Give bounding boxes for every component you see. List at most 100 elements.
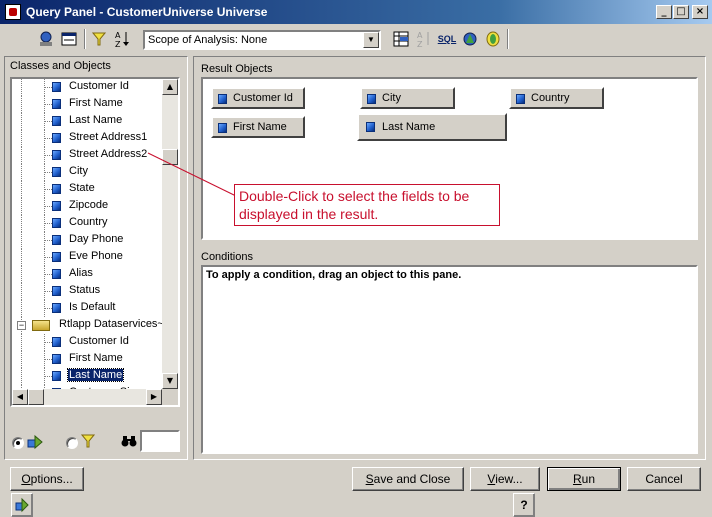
view-label-post: iew... <box>495 472 523 486</box>
app-icon <box>5 4 21 20</box>
operand-icon[interactable] <box>459 28 481 50</box>
run-button[interactable]: Run <box>547 467 621 491</box>
object-cube-icon <box>52 184 61 194</box>
svg-text:Z: Z <box>417 40 423 48</box>
object-cube-icon <box>218 94 227 104</box>
tree-node-label: State <box>69 182 95 194</box>
object-cube-icon <box>52 303 61 313</box>
scroll-down-button[interactable]: ▼ <box>162 373 178 389</box>
result-object-chip[interactable]: First Name <box>211 116 305 138</box>
classes-objects-icon[interactable] <box>11 493 33 517</box>
save-and-close-button[interactable]: Save and Close <box>352 467 464 491</box>
tree-connector <box>44 359 52 360</box>
view-button[interactable]: View... <box>470 467 540 491</box>
tree-connector <box>21 351 22 368</box>
result-object-chip[interactable]: Customer Id <box>211 87 305 109</box>
tree-node-label: First Name <box>69 97 123 109</box>
help-icon[interactable]: ? <box>513 493 535 517</box>
tree-object-node[interactable]: Last Name <box>12 113 162 130</box>
cancel-button[interactable]: Cancel <box>627 467 701 491</box>
tree-connector <box>44 104 52 105</box>
tree-node-label: Zipcode <box>69 199 109 211</box>
conditions-pane[interactable]: To apply a condition, drag an object to … <box>201 265 698 454</box>
tree-connector <box>44 308 52 309</box>
tree-connector <box>44 189 52 190</box>
scroll-up-button[interactable]: ▲ <box>162 79 178 95</box>
tree-object-node[interactable]: State <box>12 181 162 198</box>
combine-queries-icon[interactable] <box>390 28 412 50</box>
result-object-label: Last Name <box>382 121 436 133</box>
save-close-label-post: ave and Close <box>373 472 451 486</box>
tree-object-node[interactable]: Country <box>12 215 162 232</box>
object-cube-icon <box>52 82 61 92</box>
tree-node-label: Customer Id <box>69 335 129 347</box>
tree-object-node[interactable]: Zipcode <box>12 198 162 215</box>
tree-object-node[interactable]: First Name <box>12 351 162 368</box>
tree-connector <box>44 172 52 173</box>
object-cube-icon <box>52 269 61 279</box>
scope-options-icon[interactable] <box>482 28 504 50</box>
tree-object-node[interactable]: Alias <box>12 266 162 283</box>
object-cube-icon <box>516 94 525 104</box>
sort-icon[interactable]: AZ <box>111 28 133 50</box>
close-button[interactable]: × <box>692 5 708 19</box>
tree-vertical-scrollbar[interactable]: ▲ ▼ <box>162 79 178 389</box>
tree-object-node[interactable]: Last Name <box>12 368 162 385</box>
tree-node-label: Last Name <box>69 114 123 126</box>
tree-object-node[interactable]: Eve Phone <box>12 249 162 266</box>
filter-icon[interactable] <box>88 28 110 50</box>
options-button[interactable]: Options... <box>10 467 84 491</box>
result-object-chip[interactable]: Country <box>509 87 604 109</box>
tree-object-node[interactable]: Status <box>12 283 162 300</box>
class-folder-icon <box>32 320 50 331</box>
conditions-radio[interactable] <box>66 437 78 449</box>
tree-object-node[interactable]: Customer Id <box>12 334 162 351</box>
tree-connector <box>21 79 22 96</box>
tree-connector <box>44 223 52 224</box>
tree-object-node[interactable]: Customer Id <box>12 79 162 96</box>
scroll-left-button[interactable]: ◀ <box>12 389 28 405</box>
result-object-label: Customer Id <box>233 92 293 104</box>
sort-disabled-icon: AZ <box>413 28 435 50</box>
result-object-chip[interactable]: City <box>360 87 455 109</box>
tree-object-node[interactable]: Is Default <box>12 300 162 317</box>
scope-of-analysis-select[interactable]: Scope of Analysis: None ▼ <box>143 30 381 50</box>
tree-object-node[interactable]: Day Phone <box>12 232 162 249</box>
title-bar[interactable]: Query Panel - CustomerUniverse Universe … <box>0 0 712 24</box>
object-cube-icon <box>367 94 376 104</box>
show-sql-window-icon[interactable] <box>58 28 80 50</box>
horizontal-scroll-thumb[interactable] <box>28 389 44 405</box>
tree-node-label: First Name <box>69 352 123 364</box>
scroll-right-button[interactable]: ▶ <box>146 389 162 405</box>
tree-node-label: Customer Id <box>69 80 129 92</box>
scrollbar-corner <box>162 389 178 405</box>
chevron-down-icon[interactable]: ▼ <box>363 32 379 48</box>
tree-horizontal-scrollbar[interactable]: ◀ ▶ <box>12 389 162 405</box>
toolbar-separator <box>84 29 86 49</box>
tree-node-label: Last Name <box>66 368 125 382</box>
minimize-button[interactable]: _ <box>656 5 672 19</box>
classes-objects-tree[interactable]: Customer Id First Name Last Name Street Add… <box>10 77 180 407</box>
tree-connector <box>44 291 52 292</box>
object-cube-icon <box>52 218 61 228</box>
tree-object-node[interactable]: Street Address1 <box>12 130 162 147</box>
tree-connector <box>44 274 52 275</box>
object-cube-icon <box>218 123 227 133</box>
object-search-input[interactable] <box>140 430 180 452</box>
tree-connector <box>21 215 22 232</box>
predefined-conditions-icon[interactable] <box>35 28 57 50</box>
tree-connector <box>21 96 22 113</box>
tree-class-node[interactable]: − Rtlapp Dataservices~c <box>12 317 162 334</box>
tree-object-node[interactable]: Street Address2 <box>12 147 162 164</box>
object-cube-icon <box>52 150 61 160</box>
tree-object-node[interactable]: First Name <box>12 96 162 113</box>
tree-object-node[interactable]: City <box>12 164 162 181</box>
sql-icon[interactable]: SQL <box>436 28 458 50</box>
tree-node-label: Country <box>69 216 108 228</box>
binoculars-icon[interactable] <box>121 434 137 448</box>
result-object-chip[interactable]: Last Name <box>357 113 507 141</box>
maximize-button[interactable]: □ <box>673 5 689 19</box>
objects-radio[interactable] <box>12 437 24 449</box>
collapse-icon[interactable]: − <box>17 321 26 330</box>
scroll-thumb[interactable] <box>162 149 178 165</box>
